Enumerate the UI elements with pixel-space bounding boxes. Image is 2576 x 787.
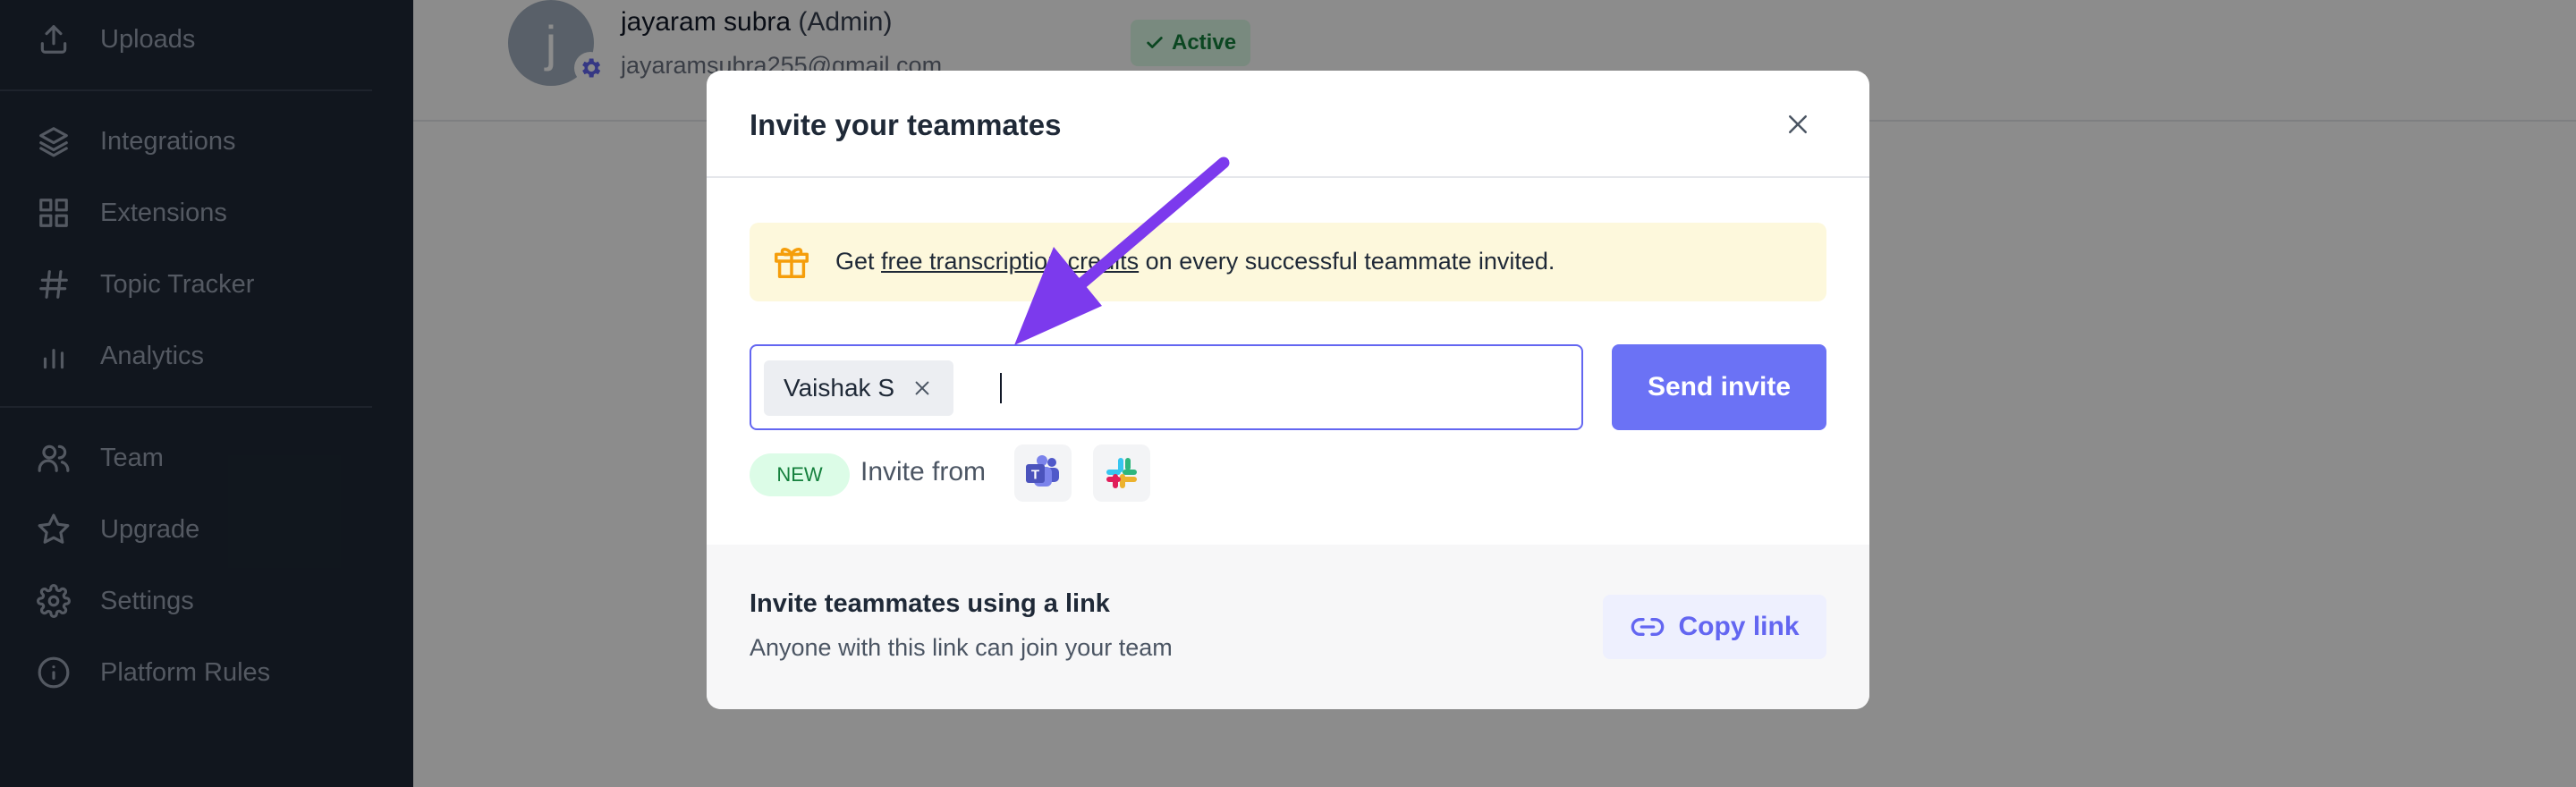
promo-text: Get free transcription credits on every … bbox=[835, 248, 1555, 275]
promo-prefix: Get bbox=[835, 248, 882, 275]
invite-from-label: Invite from bbox=[860, 457, 987, 487]
free-credits-link[interactable]: free transcription credits bbox=[881, 248, 1139, 275]
remove-invitee-button[interactable] bbox=[911, 377, 934, 400]
modal-footer: Invite teammates using a link Anyone wit… bbox=[707, 545, 1869, 709]
text-cursor bbox=[1000, 373, 1002, 403]
copy-link-label: Copy link bbox=[1678, 612, 1800, 641]
gift-icon bbox=[775, 248, 809, 278]
new-badge: NEW bbox=[750, 453, 850, 496]
close-icon bbox=[915, 381, 929, 395]
invitee-chip-label: Vaishak S bbox=[784, 374, 894, 402]
close-button[interactable] bbox=[1778, 105, 1818, 144]
copy-link-button[interactable]: Copy link bbox=[1603, 595, 1826, 659]
invite-modal: Invite your teammates Get free transcrip… bbox=[707, 71, 1869, 709]
promo-banner: Get free transcription credits on every … bbox=[750, 223, 1826, 301]
send-invite-button[interactable]: Send invite bbox=[1612, 344, 1826, 430]
invite-email-input[interactable]: Vaishak S bbox=[750, 344, 1583, 430]
svg-text:T: T bbox=[1031, 468, 1039, 483]
invite-link-subtitle: Anyone with this link can join your team bbox=[750, 634, 1173, 661]
invite-from-teams-button[interactable]: T bbox=[1014, 444, 1072, 502]
invite-link-title: Invite teammates using a link bbox=[750, 589, 1110, 618]
promo-suffix: on every successful teammate invited. bbox=[1139, 248, 1555, 275]
modal-header: Invite your teammates bbox=[707, 71, 1869, 178]
modal-title: Invite your teammates bbox=[750, 108, 1062, 141]
close-icon bbox=[1789, 115, 1807, 133]
link-icon bbox=[1631, 618, 1665, 636]
invite-from-slack-button[interactable] bbox=[1093, 444, 1150, 502]
slack-icon bbox=[1106, 458, 1137, 488]
invitee-chip: Vaishak S bbox=[764, 360, 953, 416]
teams-icon: T bbox=[1026, 455, 1059, 487]
